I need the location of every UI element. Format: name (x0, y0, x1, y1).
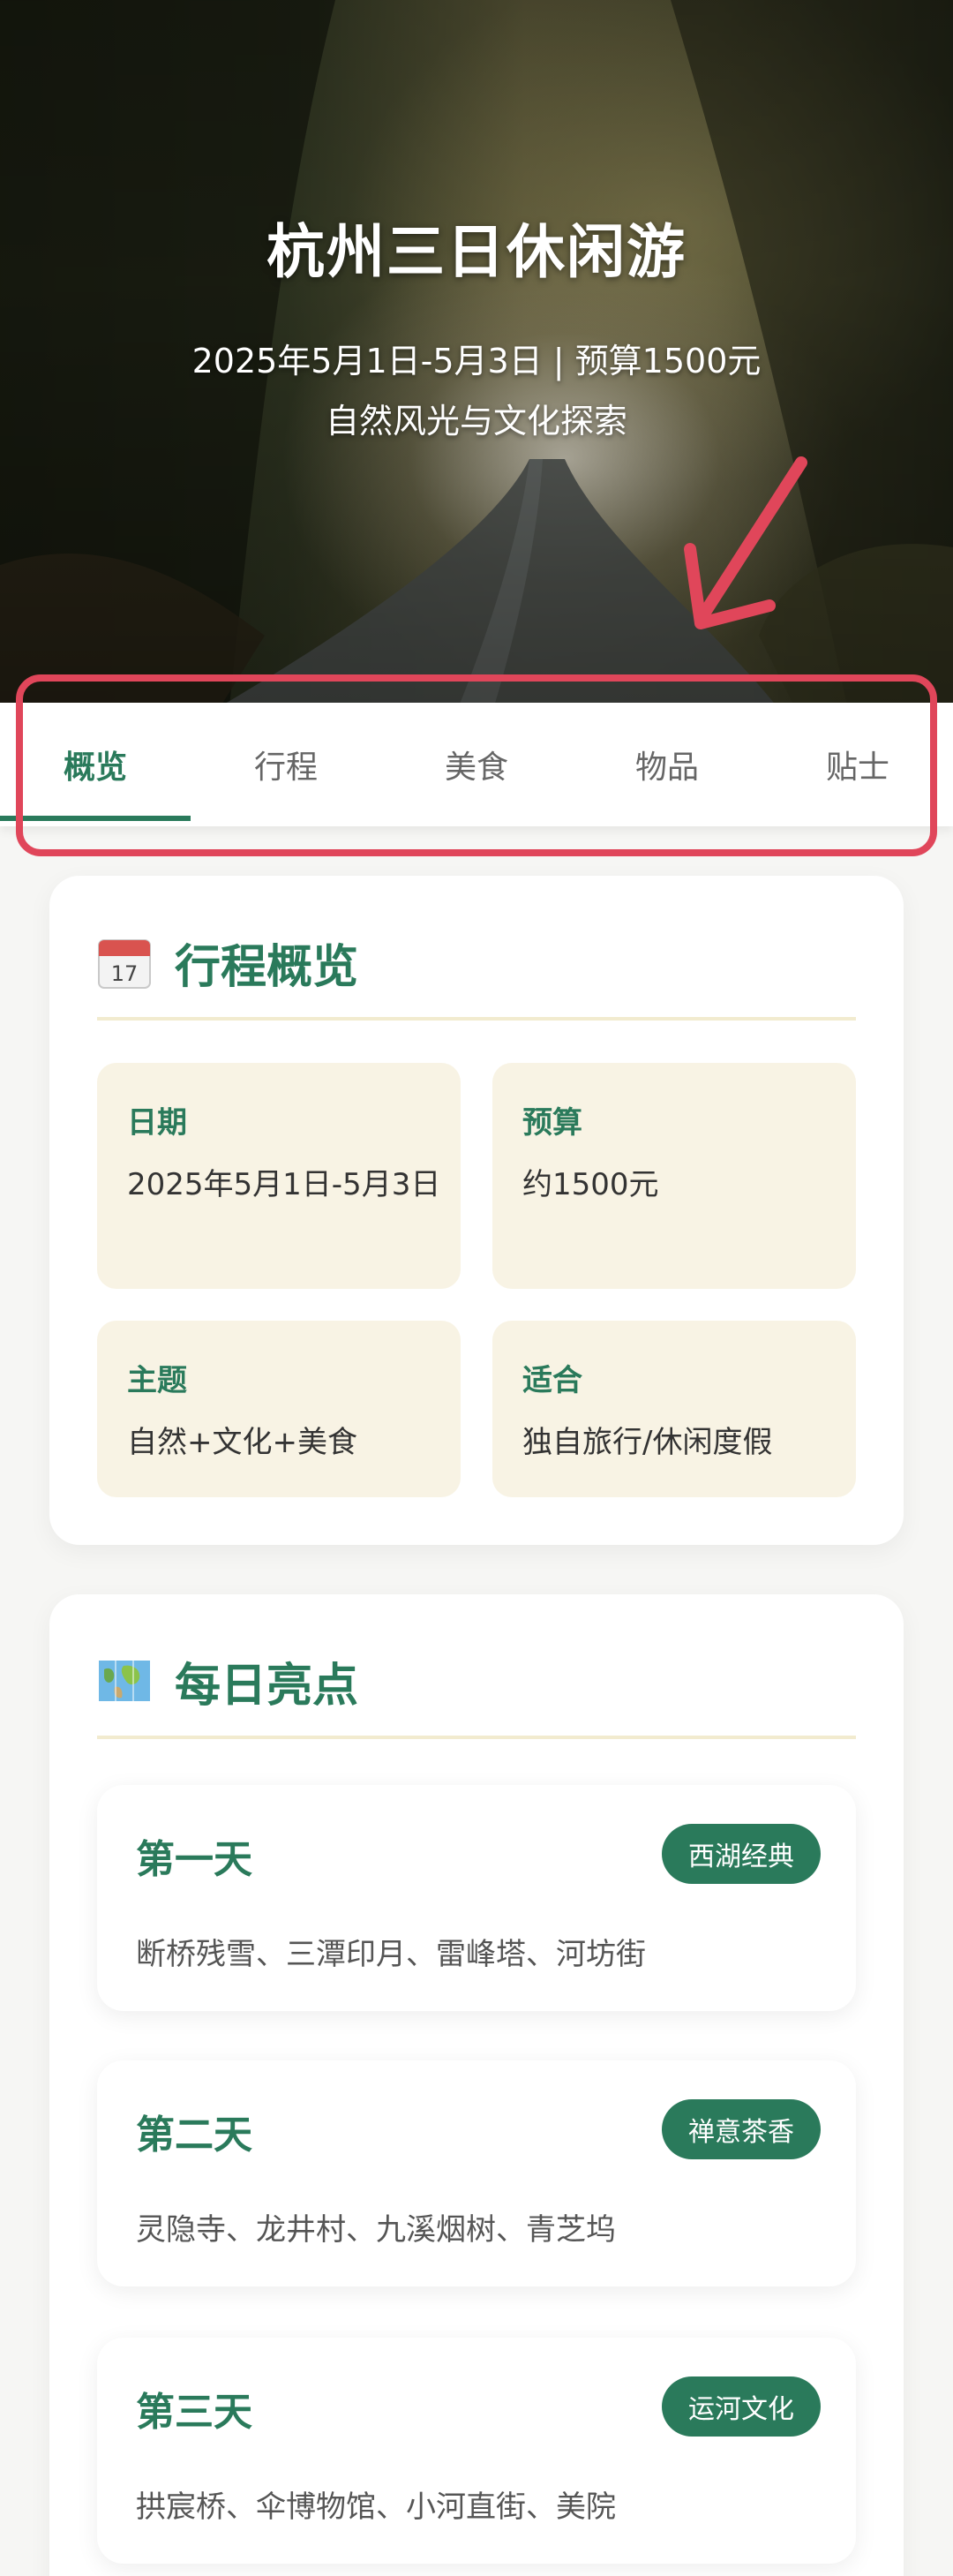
info-date-value: 2025年5月1日-5月3日 (127, 1167, 441, 1202)
info-theme: 主题 自然+文化+美食 (97, 1321, 461, 1497)
day-1-title: 第一天 (136, 1837, 252, 1882)
highlights-title: 每日亮点 (175, 1659, 359, 1713)
day-1-badge: 西湖经典 (662, 1824, 821, 1884)
info-suitable-label: 适合 (522, 1363, 582, 1398)
info-budget-value: 约1500元 (522, 1167, 659, 1202)
annotation-arrow-icon (684, 456, 807, 629)
info-budget-label: 预算 (522, 1105, 582, 1141)
day-card-1[interactable]: 第一天 西湖经典 断桥残雪、三潭印月、雷峰塔、河坊街 (97, 1785, 856, 2011)
hero-subtitle-dates: 2025年5月1日-5月3日 | 预算1500元 (191, 342, 762, 380)
info-budget: 预算 约1500元 (492, 1063, 856, 1289)
highlights-header: 每日亮点 (97, 1646, 358, 1716)
info-date: 日期 2025年5月1日-5月3日 (97, 1063, 461, 1289)
info-date-label: 日期 (127, 1105, 187, 1141)
info-suitable: 适合 独自旅行/休闲度假 (492, 1321, 856, 1497)
overview-header: 17 行程概览 (97, 927, 358, 998)
overview-card: 17 行程概览 日期 2025年5月1日-5月3日 预算 约1500元 主题 自… (49, 876, 904, 1545)
overview-title: 行程概览 (175, 940, 359, 994)
day-card-2[interactable]: 第二天 禅意茶香 灵隐寺、龙井村、九溪烟树、青芝坞 (97, 2060, 856, 2286)
tab-bar-highlight-annotation (16, 674, 937, 856)
day-3-places: 拱宸桥、伞博物馆、小河直街、美院 (136, 2489, 616, 2525)
highlights-divider (97, 1736, 856, 1739)
day-2-badge: 禅意茶香 (662, 2099, 821, 2159)
highlights-card: 每日亮点 第一天 西湖经典 断桥残雪、三潭印月、雷峰塔、河坊街 第二天 禅意茶香… (49, 1594, 904, 2576)
day-3-title: 第三天 (136, 2390, 252, 2435)
hero-title: 杭州三日休闲游 (266, 218, 687, 286)
calendar-icon: 17 (98, 939, 151, 989)
day-3-badge: 运河文化 (662, 2376, 821, 2437)
info-theme-label: 主题 (127, 1363, 187, 1398)
day-card-3[interactable]: 第三天 运河文化 拱宸桥、伞博物馆、小河直街、美院 (97, 2338, 856, 2564)
calendar-icon-date: 17 (111, 961, 139, 986)
day-2-title: 第二天 (136, 2113, 252, 2158)
info-suitable-value: 独自旅行/休闲度假 (522, 1425, 773, 1460)
info-theme-value: 自然+文化+美食 (127, 1425, 357, 1460)
day-2-places: 灵隐寺、龙井村、九溪烟树、青芝坞 (136, 2212, 616, 2248)
day-1-places: 断桥残雪、三潭印月、雷峰塔、河坊街 (136, 1937, 646, 1972)
map-icon (99, 1661, 150, 1701)
hero-subtitle-theme: 自然风光与文化探索 (325, 402, 627, 441)
overview-divider (97, 1017, 856, 1021)
